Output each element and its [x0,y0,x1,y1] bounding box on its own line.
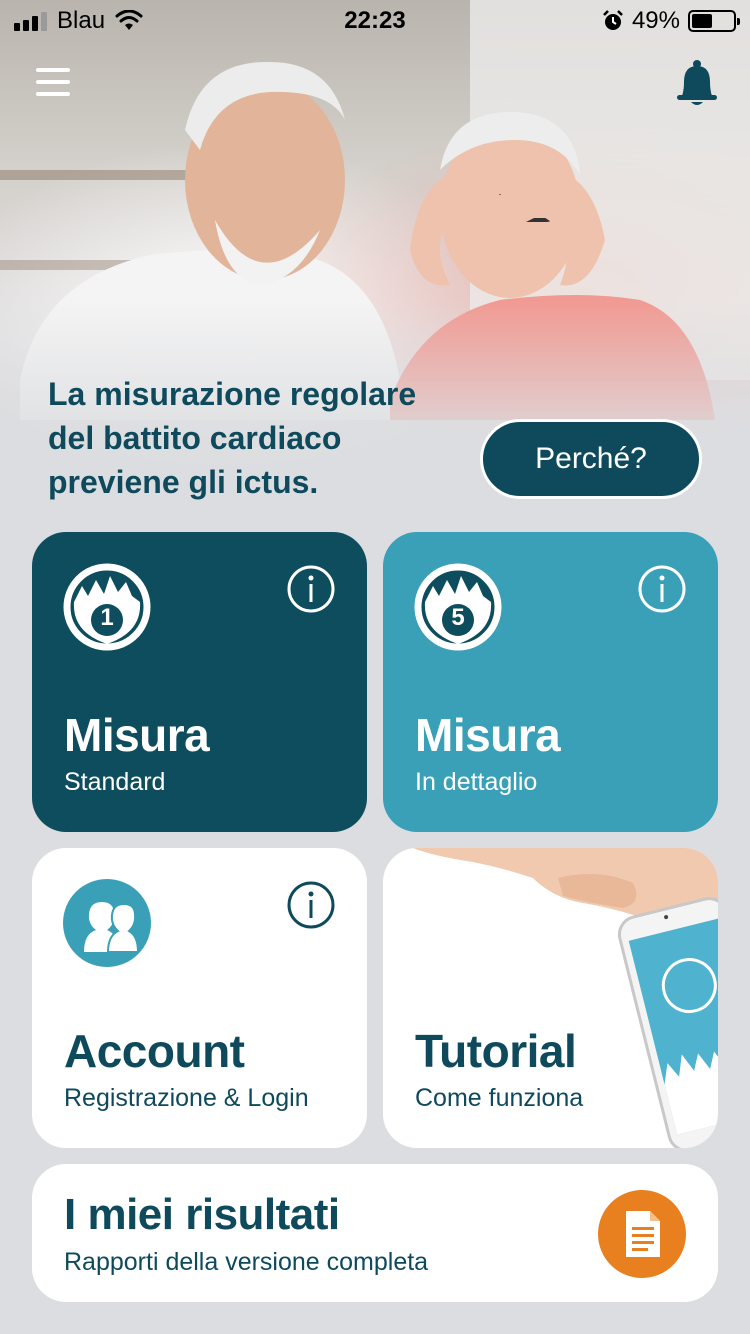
tile-title: Misura [415,709,561,761]
tile-subtitle: Registrazione & Login [64,1084,309,1112]
users-icon [63,879,151,967]
measure-detail-tile[interactable]: 5 Misura In dettaglio [383,532,718,832]
bell-icon[interactable] [674,58,720,108]
tile-subtitle: Standard [64,768,166,796]
status-bar: Blau 22:23 49% [0,0,750,40]
badge-number: 5 [451,604,465,631]
status-right: 49% [602,7,740,35]
badge-number: 1 [100,604,114,631]
info-icon[interactable] [286,564,336,614]
measure-standard-tile[interactable]: 1 Misura Standard [32,532,367,832]
tile-title: Misura [64,709,210,761]
document-icon [626,1211,660,1257]
tile-title: Tutorial [415,1025,577,1077]
report-document-button[interactable] [598,1190,686,1278]
info-icon[interactable] [637,564,687,614]
hero-headline: La misurazione regolare del battito card… [48,376,417,500]
alarm-icon [603,10,623,30]
why-button[interactable]: Perché? [480,419,702,499]
menu-button[interactable] [36,68,72,98]
tile-title: I miei risultati [64,1190,340,1239]
tile-subtitle: Rapporti della versione completa [64,1248,429,1276]
tile-title: Account [64,1025,245,1077]
tile-subtitle: Come funziona [415,1084,584,1112]
battery-percent: 49% [631,7,680,34]
battery-icon [688,10,740,32]
tutorial-tile[interactable]: Tutorial Come funziona [383,848,718,1148]
account-tile[interactable]: Account Registrazione & Login [32,848,367,1148]
info-icon[interactable] [286,880,336,930]
tile-subtitle: In dettaglio [415,768,538,796]
